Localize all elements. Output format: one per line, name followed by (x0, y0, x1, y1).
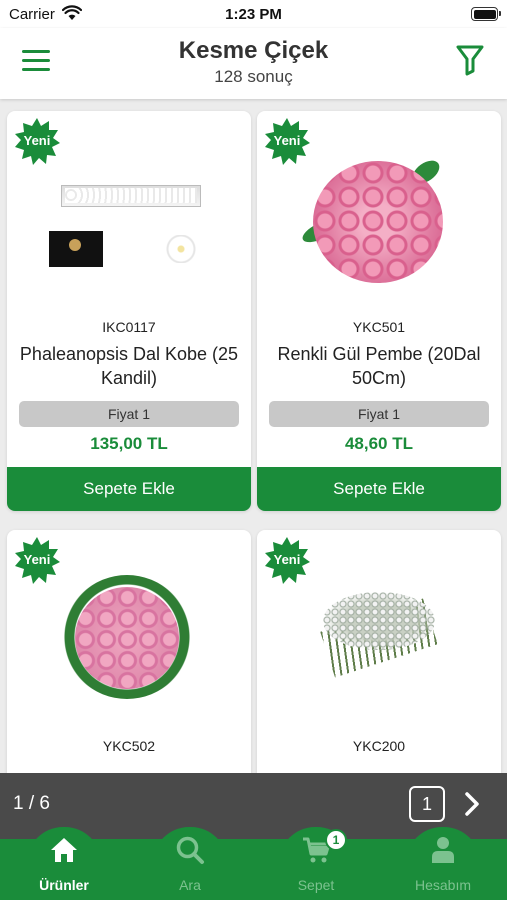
search-icon (176, 836, 204, 864)
product-sku: YKC200 (352, 738, 406, 754)
filter-icon[interactable] (455, 44, 485, 76)
chevron-right-icon[interactable] (462, 791, 482, 817)
product-price: 48,60 TL (344, 434, 414, 453)
price-label: Fiyat 1 (19, 401, 239, 427)
new-badge: Yeni (13, 117, 61, 165)
new-badge: Yeni (13, 536, 61, 584)
product-card[interactable]: Yeni YKC502 (7, 530, 251, 790)
screen: Carrier 1:23 PM Kesme Çiçek 128 sonuç Ye… (0, 0, 507, 900)
price-label: Fiyat 1 (269, 401, 489, 427)
tab-cart[interactable]: 1 Sepet (266, 827, 366, 900)
tab-label: Ürünler (39, 877, 89, 893)
user-icon (432, 837, 454, 863)
orchid-box-photo (47, 181, 207, 271)
product-sku: YKC501 (352, 319, 406, 335)
tab-products[interactable]: Ürünler (14, 827, 114, 900)
tab-label: Hesabım (414, 877, 472, 893)
status-bar: Carrier 1:23 PM (0, 0, 507, 28)
tab-label: Sepet (297, 877, 335, 893)
page-indicator: 1 / 6 (13, 793, 50, 814)
product-card[interactable]: Yeni IKC0117 Phaleanopsis Dal Kobe (25 K… (7, 111, 251, 511)
pink-rose-bouquet-photo (57, 565, 197, 705)
tab-label: Ara (179, 877, 201, 893)
product-sku: IKC0117 (102, 319, 156, 335)
result-count: 128 sonuç (214, 67, 293, 86)
current-page-button[interactable]: 1 (409, 786, 445, 822)
product-sku: YKC502 (102, 738, 156, 754)
battery-icon (471, 7, 501, 21)
page-title: Kesme Çiçek (178, 37, 329, 64)
nav-bar: Kesme Çiçek 128 sonuç (0, 28, 507, 99)
product-card[interactable]: Yeni YKC200 (257, 530, 501, 790)
tab-bar: Ürünler Ara 1 Sepet Hesabım (0, 827, 507, 900)
product-name: Phaleanopsis Dal Kobe (25 Kandil) (19, 344, 239, 388)
add-to-cart-button[interactable]: Sepete Ekle (7, 467, 251, 511)
pink-roses-photo (299, 153, 459, 288)
add-to-cart-button[interactable]: Sepete Ekle (257, 467, 501, 511)
tab-search[interactable]: Ara (140, 827, 240, 900)
tab-account[interactable]: Hesabım (393, 827, 493, 900)
home-icon (51, 838, 77, 862)
new-badge: Yeni (263, 536, 311, 584)
product-price: 135,00 TL (90, 434, 168, 453)
product-name: Renkli Gül Pembe (20Dal 50Cm) (277, 344, 481, 388)
white-limonium-photo (319, 592, 439, 687)
product-card[interactable]: Yeni YKC501 Renkli Gül Pembe (20Dal 50Cm… (257, 111, 501, 511)
cart-count-badge: 1 (325, 829, 347, 851)
clock: 1:23 PM (225, 6, 282, 23)
